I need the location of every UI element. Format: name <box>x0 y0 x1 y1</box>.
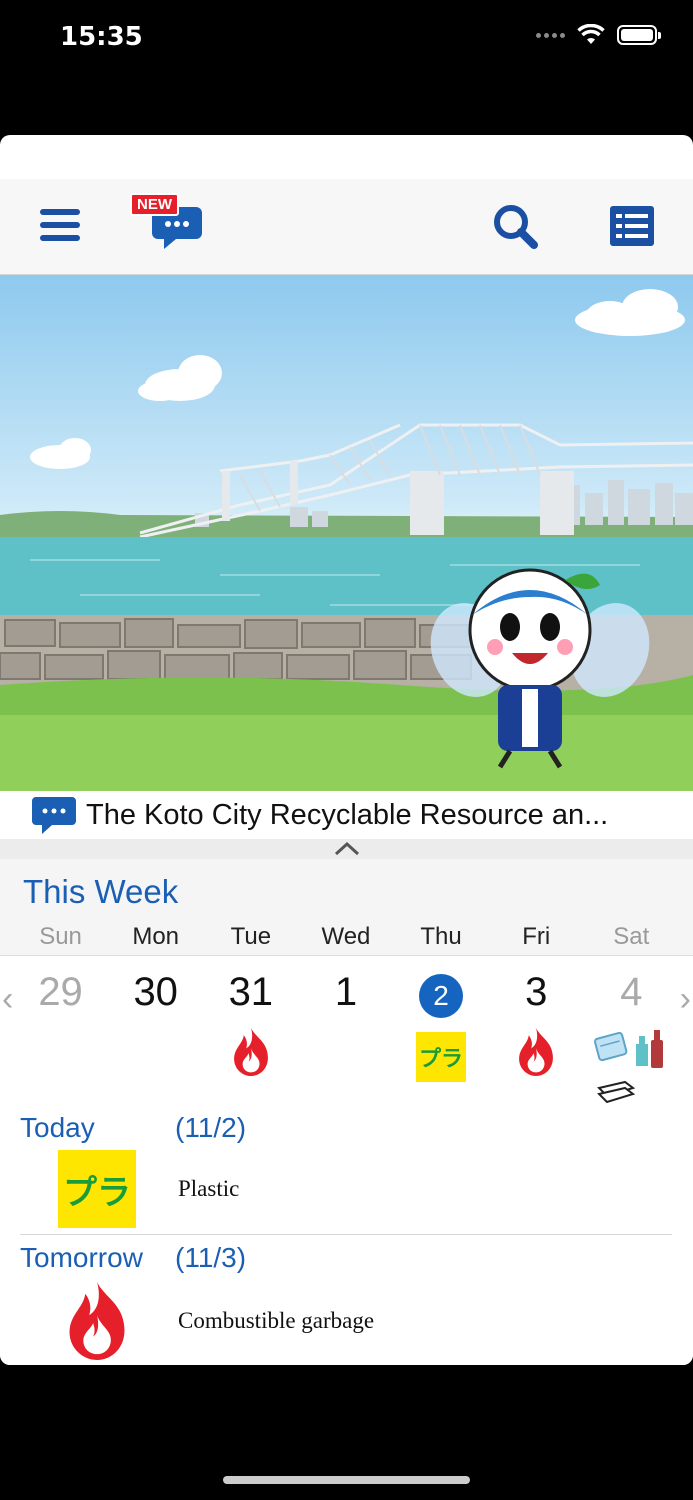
list-icon <box>610 206 654 246</box>
battery-icon <box>617 25 661 45</box>
date-row: 29 30 31 1 2 3 4 <box>13 970 679 1020</box>
wifi-icon <box>577 24 605 44</box>
menu-button[interactable] <box>40 207 80 248</box>
list-view-button[interactable] <box>610 206 654 251</box>
hamburger-menu-icon <box>40 209 80 241</box>
status-time: 15:35 <box>60 22 143 52</box>
weekday-header: Sun Mon Tue Wed Thu Fri Sat <box>13 923 679 955</box>
fire-icon <box>233 1028 268 1076</box>
date-cell[interactable]: 4 <box>584 970 679 1020</box>
date-cell-today[interactable]: 2 <box>394 970 489 1020</box>
hero-illustration <box>0 275 693 791</box>
garbage-type-label: Combustible garbage <box>178 1308 375 1333</box>
cellular-signal-icon <box>536 32 565 38</box>
date-area: ‹ › 29 30 31 1 2 3 4 プラ <box>0 955 693 1104</box>
date-cell[interactable]: 3 <box>489 970 584 1020</box>
previous-week-button[interactable]: ‹ <box>2 980 13 1019</box>
weekday-label: Tue <box>230 923 272 950</box>
new-badge: NEW <box>130 193 179 216</box>
app-window: NEW The Koto City Recyclable Resource an… <box>0 135 693 1365</box>
garbage-icon-row: プラ <box>13 1026 679 1106</box>
status-icons <box>536 24 661 46</box>
news-button[interactable]: NEW <box>130 191 206 257</box>
date-cell[interactable]: 29 <box>13 970 108 1020</box>
plastic-icon: プラ <box>416 1032 467 1082</box>
garbage-icon-cell <box>13 1026 108 1106</box>
weekday-label: Sun <box>39 923 82 950</box>
weekday-label: Sat <box>613 923 650 950</box>
collapse-handle[interactable] <box>0 839 693 859</box>
schedule-date: (11/2) <box>175 1112 247 1143</box>
plastic-icon: プラ <box>58 1150 136 1228</box>
garbage-icon-cell: プラ <box>394 1026 489 1106</box>
recyclables-icon <box>594 1030 664 1104</box>
chevron-up-icon <box>334 841 359 856</box>
search-button[interactable] <box>492 203 538 254</box>
schedule-list: Today (11/2) プラ Plastic Tomorrow (11/3) <box>0 1104 693 1365</box>
fire-icon <box>519 1028 554 1076</box>
week-calendar: This Week Sun Mon Tue Wed Thu Fri Sat ‹ › 29 30… <box>0 859 693 1104</box>
chat-bubble-icon <box>32 797 76 834</box>
week-title: This Week <box>23 873 179 910</box>
bridge-scene-image <box>0 289 693 791</box>
date-cell[interactable]: 30 <box>108 970 203 1020</box>
date-cell[interactable]: 1 <box>298 970 393 1020</box>
garbage-icon-cell <box>489 1026 584 1106</box>
weekday-label: Wed <box>321 923 371 950</box>
toolbar: NEW <box>0 179 693 275</box>
home-indicator <box>223 1476 470 1484</box>
schedule-date: (11/3) <box>175 1242 247 1273</box>
garbage-icon-cell <box>298 1026 393 1106</box>
search-icon <box>494 205 538 249</box>
garbage-icon-cell <box>584 1026 679 1106</box>
garbage-type-label: Plastic <box>178 1176 240 1201</box>
today-marker: 2 <box>419 974 464 1018</box>
status-bar: 15:35 <box>0 0 693 80</box>
weekday-label: Fri <box>522 923 551 950</box>
schedule-tomorrow[interactable]: Tomorrow (11/3) Combustible garbage <box>20 1242 672 1362</box>
news-headline[interactable]: The Koto City Recyclable Resource an... <box>86 799 608 832</box>
garbage-icon-cell <box>203 1026 298 1106</box>
weekday-label: Mon <box>132 923 180 950</box>
next-week-button[interactable]: › <box>680 980 691 1019</box>
schedule-day-label: Tomorrow <box>20 1242 143 1273</box>
divider <box>20 1234 672 1235</box>
date-cell[interactable]: 31 <box>203 970 298 1020</box>
fire-icon <box>69 1282 125 1360</box>
schedule-day-label: Today <box>20 1112 95 1143</box>
garbage-icon-cell <box>108 1026 203 1106</box>
weekday-label: Thu <box>420 923 462 950</box>
schedule-today[interactable]: Today (11/2) プラ Plastic <box>20 1112 672 1228</box>
news-ticker[interactable]: The Koto City Recyclable Resource an... <box>0 791 693 839</box>
